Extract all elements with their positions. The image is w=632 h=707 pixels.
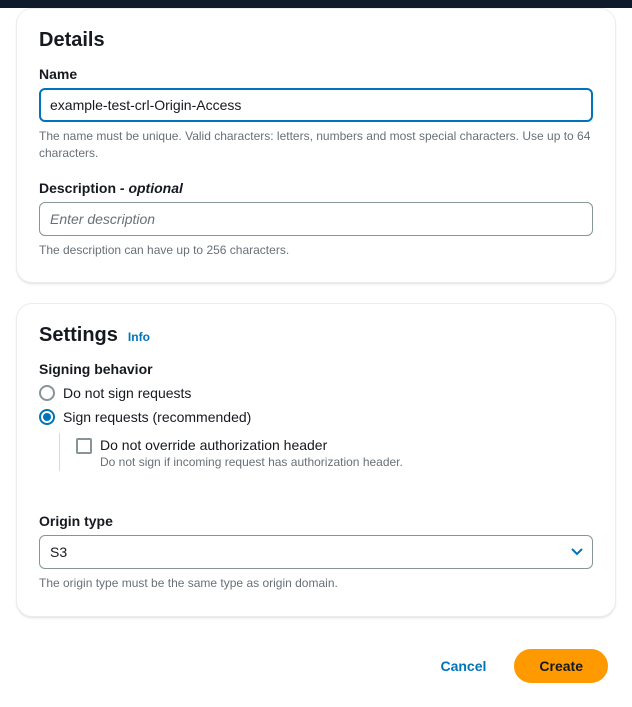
radio-sign-requests-label: Sign requests (recommended) (63, 409, 251, 425)
signing-behavior-group: Signing behavior Do not sign requests Si… (39, 361, 593, 471)
description-label-optional: - optional (116, 180, 183, 196)
cancel-button[interactable]: Cancel (436, 650, 490, 682)
description-field-group: Description - optional The description c… (39, 180, 593, 259)
signing-label: Signing behavior (39, 361, 593, 377)
info-link[interactable]: Info (128, 330, 150, 344)
radio-do-not-sign[interactable]: Do not sign requests (39, 385, 593, 401)
checkbox-override-auth[interactable]: Do not override authorization header Do … (76, 437, 593, 469)
radio-sign-requests[interactable]: Sign requests (recommended) (39, 409, 593, 425)
description-input[interactable] (39, 202, 593, 236)
checkbox-icon (76, 438, 92, 454)
origin-type-group: Origin type S3 The origin type must be t… (39, 513, 593, 592)
description-label-main: Description (39, 180, 116, 196)
radio-do-not-sign-label: Do not sign requests (63, 385, 191, 401)
name-field-group: Name The name must be unique. Valid char… (39, 66, 593, 162)
name-label: Name (39, 66, 593, 82)
radio-icon (39, 385, 55, 401)
checkbox-override-label: Do not override authorization header (100, 437, 403, 453)
settings-title: Settings (39, 324, 118, 347)
footer-actions: Cancel Create (16, 637, 616, 683)
origin-type-label: Origin type (39, 513, 593, 529)
description-label: Description - optional (39, 180, 593, 196)
name-input[interactable] (39, 88, 593, 122)
name-help: The name must be unique. Valid character… (39, 128, 593, 162)
radio-icon (39, 409, 55, 425)
top-nav-bar (0, 0, 632, 8)
settings-panel: Settings Info Signing behavior Do not si… (16, 303, 616, 617)
origin-type-help: The origin type must be the same type as… (39, 575, 593, 592)
origin-type-value: S3 (50, 544, 67, 560)
origin-type-select[interactable]: S3 (39, 535, 593, 569)
description-help: The description can have up to 256 chara… (39, 242, 593, 259)
create-button[interactable]: Create (514, 649, 608, 683)
checkbox-override-help: Do not sign if incoming request has auth… (100, 455, 403, 469)
details-title: Details (39, 29, 593, 52)
details-panel: Details Name The name must be unique. Va… (16, 8, 616, 283)
